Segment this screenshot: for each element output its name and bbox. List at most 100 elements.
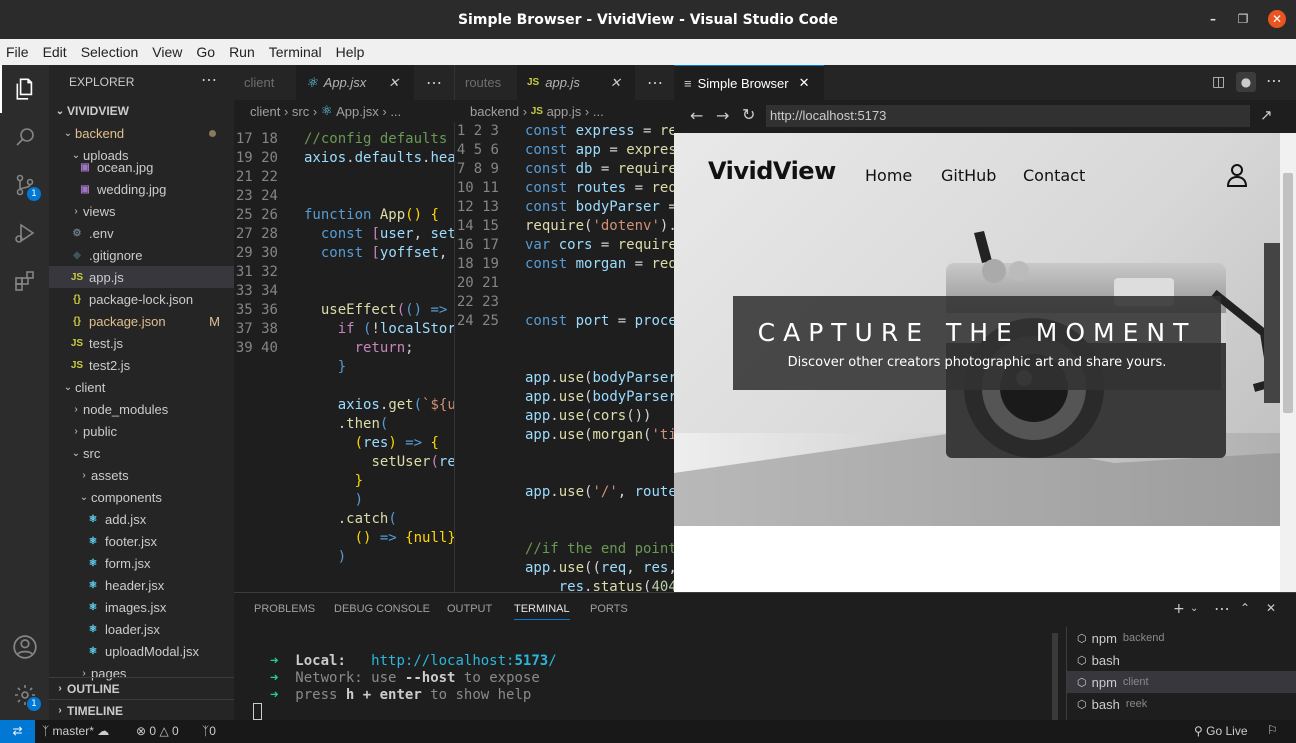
maximize-panel-icon[interactable]: ⌃	[1240, 601, 1250, 615]
nav-contact[interactable]: Contact	[1023, 166, 1085, 185]
search-icon[interactable]	[0, 113, 49, 161]
menu-file[interactable]: File	[6, 44, 29, 60]
tree-item-test2-js[interactable]: JS test2.js	[49, 354, 234, 376]
panel-tab-ports[interactable]: PORTS	[590, 603, 628, 615]
tree-item-test-js[interactable]: JS test.js	[49, 332, 234, 354]
menu-view[interactable]: View	[152, 44, 182, 60]
tree-item-package-json[interactable]: {} package.json M	[49, 310, 234, 332]
reload-icon[interactable]: ↻	[742, 105, 755, 124]
tab-client[interactable]: client	[234, 65, 296, 100]
tree-item-src[interactable]: ⌄ src	[49, 442, 234, 464]
editor2-more-icon[interactable]: ⋯	[637, 65, 663, 100]
tree-item-images-jsx[interactable]: ⚛ images.jsx	[49, 596, 234, 618]
source-control-icon[interactable]: 1	[0, 161, 49, 209]
tree-item-uploadmodal-jsx[interactable]: ⚛ uploadModal.jsx	[49, 640, 234, 662]
more-actions-icon[interactable]: ⋯	[201, 70, 217, 90]
crumb-client[interactable]: client	[250, 104, 280, 119]
tree-item--env[interactable]: ⚙ .env	[49, 222, 234, 244]
go-live-button[interactable]: ⚲ Go Live	[1194, 724, 1248, 738]
outline-section[interactable]: › OUTLINE	[49, 677, 234, 699]
minimize-icon[interactable]: –	[1204, 10, 1222, 28]
tree-item-assets[interactable]: › assets	[49, 464, 234, 486]
panel-tab-output[interactable]: OUTPUT	[447, 603, 492, 615]
ports-indicator[interactable]: ᛉ0	[202, 724, 216, 738]
panel-tab-problems[interactable]: PROBLEMS	[254, 603, 315, 615]
crumb-more[interactable]: ...	[593, 104, 604, 119]
notifications-bell-icon[interactable]: ⚐	[1267, 723, 1278, 737]
tree-item-header-jsx[interactable]: ⚛ header.jsx	[49, 574, 234, 596]
terminal-scrollbar[interactable]	[1052, 633, 1058, 721]
tree-item-add-jsx[interactable]: ⚛ add.jsx	[49, 508, 234, 530]
crumb-src[interactable]: src	[292, 104, 309, 119]
tab-app-js[interactable]: JS app.js ✕	[517, 65, 635, 100]
lock-group-icon[interactable]: ●	[1236, 72, 1256, 92]
tree-item-public[interactable]: › public	[49, 420, 234, 442]
tree-item-client[interactable]: ⌄ client	[49, 376, 234, 398]
terminal-instance[interactable]: ⬡ bash	[1067, 649, 1296, 671]
workspace-root[interactable]: ⌄ VIVIDVIEW	[49, 100, 234, 122]
tree-item-app-js[interactable]: JS app.js	[49, 266, 234, 288]
close-window-icon[interactable]: ✕	[1268, 10, 1286, 28]
url-input[interactable]: http://localhost:5173	[766, 105, 1250, 127]
close-tab-icon[interactable]: ✕	[388, 75, 399, 91]
open-external-icon[interactable]: ↗	[1260, 106, 1273, 124]
close-browser-tab-icon[interactable]: ✕	[799, 75, 810, 91]
tab-routes[interactable]: routes	[455, 65, 517, 100]
editor1-more-icon[interactable]: ⋯	[416, 65, 442, 100]
terminal-instance[interactable]: ⬡ npm client	[1067, 671, 1296, 693]
accounts-icon[interactable]	[0, 623, 49, 671]
browser-more-icon[interactable]: ⋯	[1266, 71, 1282, 90]
crumb-app-jsx[interactable]: App.jsx	[336, 104, 379, 119]
tree-item-views[interactable]: › views	[49, 200, 234, 222]
tab-app-jsx[interactable]: ⚛ App.jsx ✕	[296, 65, 414, 100]
back-arrow-icon[interactable]: ←	[690, 106, 703, 125]
settings-gear-icon[interactable]: 1	[0, 671, 49, 719]
menu-run[interactable]: Run	[229, 44, 255, 60]
tree-item-package-lock-json[interactable]: {} package-lock.json	[49, 288, 234, 310]
close-tab-icon[interactable]: ✕	[610, 75, 621, 91]
run-debug-icon[interactable]	[0, 209, 49, 257]
explorer-icon[interactable]	[0, 65, 49, 113]
terminal-dropdown-icon[interactable]: ⌄	[1190, 603, 1198, 614]
user-account-icon[interactable]	[1226, 163, 1248, 187]
tree-item-ocean-jpg[interactable]: ▣ ocean.jpg	[49, 156, 234, 178]
menu-edit[interactable]: Edit	[43, 44, 67, 60]
nav-github[interactable]: GitHub	[941, 166, 996, 185]
menu-selection[interactable]: Selection	[81, 44, 139, 60]
tree-item-components[interactable]: ⌄ components	[49, 486, 234, 508]
menu-help[interactable]: Help	[336, 44, 365, 60]
panel-tab-terminal[interactable]: TERMINAL	[514, 603, 570, 620]
tree-item-loader-jsx[interactable]: ⚛ loader.jsx	[49, 618, 234, 640]
tree-item-form-jsx[interactable]: ⚛ form.jsx	[49, 552, 234, 574]
menu-go[interactable]: Go	[196, 44, 215, 60]
crumb-app-js[interactable]: app.js	[547, 104, 582, 119]
close-panel-icon[interactable]: ✕	[1266, 601, 1276, 615]
crumb-more[interactable]: ...	[390, 104, 401, 119]
tree-item-wedding-jpg[interactable]: ▣ wedding.jpg	[49, 178, 234, 200]
remote-indicator-icon[interactable]: ⇄	[0, 720, 35, 743]
branch-indicator[interactable]: ᛉ master* ☁	[42, 724, 109, 738]
browser-scroll-thumb[interactable]	[1283, 173, 1293, 413]
editor1-code-area[interactable]: 17 18 19 20 21 22 23 24 25 26 27 28 29 3…	[234, 122, 454, 592]
tree-item-footer-jsx[interactable]: ⚛ footer.jsx	[49, 530, 234, 552]
editor2-code-area[interactable]: 1 2 3 4 5 6 7 8 9 10 11 12 13 14 15 16 1…	[454, 122, 674, 592]
problems-indicator[interactable]: ⊗ 0 △ 0	[136, 724, 179, 738]
terminal-output[interactable]: ➜ Local: http://localhost:5173/ ➜ Networ…	[270, 653, 557, 704]
nav-home[interactable]: Home	[865, 166, 912, 185]
menu-terminal[interactable]: Terminal	[269, 44, 322, 60]
tab-simple-browser[interactable]: ≡ Simple Browser ✕	[674, 65, 824, 100]
timeline-section[interactable]: › TIMELINE	[49, 699, 234, 720]
site-brand[interactable]: VividView	[708, 157, 836, 185]
terminal-instance[interactable]: ⬡ bash reek	[1067, 693, 1296, 715]
tree-item-node-modules[interactable]: › node_modules	[49, 398, 234, 420]
crumb-backend[interactable]: backend	[470, 104, 519, 119]
extensions-icon[interactable]	[0, 257, 49, 305]
panel-tab-debug-console[interactable]: DEBUG CONSOLE	[334, 603, 430, 615]
tree-item--gitignore[interactable]: ◆ .gitignore	[49, 244, 234, 266]
forward-arrow-icon[interactable]: →	[716, 106, 729, 125]
new-terminal-icon[interactable]: +	[1173, 601, 1185, 617]
split-editor-icon[interactable]: ◫	[1212, 74, 1225, 90]
panel-more-icon[interactable]: ⋯	[1214, 599, 1230, 618]
tree-item-backend[interactable]: ⌄ backend	[49, 122, 234, 144]
maximize-icon[interactable]: ❐	[1234, 10, 1252, 28]
